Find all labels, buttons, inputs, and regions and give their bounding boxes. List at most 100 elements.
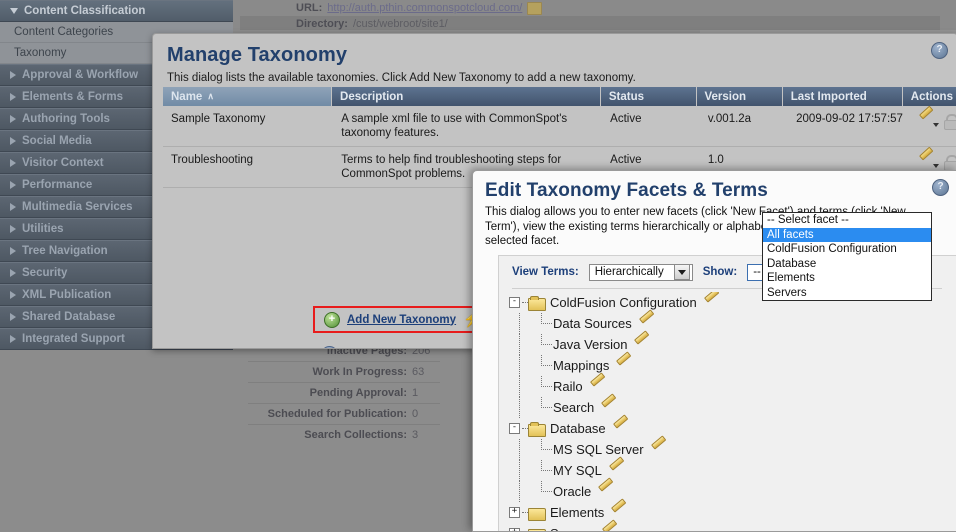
tree-elbow xyxy=(531,376,553,397)
sidebar-item-label: Taxonomy xyxy=(14,47,67,59)
edit-dialog-title: Edit Taxonomy Facets & Terms xyxy=(485,180,768,201)
tree-node[interactable]: MY SQL xyxy=(509,460,956,481)
column-header-name[interactable]: Name ∧ xyxy=(163,87,333,106)
chevron-right-icon xyxy=(10,115,16,123)
edit-pencil-icon[interactable] xyxy=(600,401,615,415)
folder-icon xyxy=(528,527,546,531)
sidebar-item-label: Shared Database xyxy=(22,311,116,323)
folder-icon xyxy=(528,506,546,521)
expand-toggle-icon[interactable]: + xyxy=(509,507,520,518)
edit-pencil-icon[interactable] xyxy=(638,317,653,331)
stat-label: Search Collections: xyxy=(304,429,407,441)
edit-pencil-icon[interactable] xyxy=(918,155,932,169)
tree-elbow xyxy=(531,439,553,460)
collapse-toggle-icon[interactable]: - xyxy=(509,297,520,308)
sidebar-item-label: Content Classification xyxy=(24,5,146,17)
facet-option-all-facets[interactable]: All facets xyxy=(763,227,931,242)
edit-pencil-icon[interactable] xyxy=(615,359,630,373)
tree-node[interactable]: Railo xyxy=(509,376,956,397)
tree-node[interactable]: Search xyxy=(509,397,956,418)
facet-option-coldfusion-configuration[interactable]: ColdFusion Configuration xyxy=(763,242,931,257)
cell-description: A sample xml file to use with CommonSpot… xyxy=(341,113,568,139)
tree-node[interactable]: + Elements xyxy=(509,502,956,523)
add-new-taxonomy-link[interactable]: Add New Taxonomy xyxy=(347,314,456,326)
edit-pencil-icon[interactable] xyxy=(918,114,932,128)
tree-node[interactable]: Data Sources xyxy=(509,313,956,334)
edit-pencil-icon[interactable] xyxy=(601,527,616,532)
tree-node-label: ColdFusion Configuration xyxy=(550,295,697,310)
stat-label: Pending Approval: xyxy=(309,387,407,399)
help-icon[interactable]: ? xyxy=(932,179,949,196)
tree-node-label: Data Sources xyxy=(553,316,632,331)
view-terms-select[interactable]: Hierarchically xyxy=(588,263,693,281)
chevron-down-icon[interactable] xyxy=(932,123,939,127)
tree-node[interactable]: Mappings xyxy=(509,355,956,376)
sidebar-item-label: Tree Navigation xyxy=(22,245,108,257)
tree-guide xyxy=(509,460,531,481)
folder-open-icon xyxy=(528,296,546,311)
tree-node[interactable]: MS SQL Server xyxy=(509,439,956,460)
column-header-actions[interactable]: Actions xyxy=(902,87,956,106)
chevron-right-icon xyxy=(10,71,16,79)
help-icon[interactable]: ? xyxy=(931,42,948,59)
facet-option-database[interactable]: Database xyxy=(763,257,931,272)
sort-ascending-icon: ∧ xyxy=(207,91,214,101)
background-url-row: URL: http://auth.pthin.commonspotcloud.c… xyxy=(240,0,940,16)
chevron-right-icon xyxy=(10,269,16,277)
taxonomy-term-tree: - ColdFusion Configuration Data Sources Jav… xyxy=(509,292,956,531)
facet-option-elements[interactable]: Elements xyxy=(763,271,931,286)
edit-taxonomy-facets-dialog: Edit Taxonomy Facets & Terms This dialog… xyxy=(472,170,956,532)
tree-node[interactable]: Java Version xyxy=(509,334,956,355)
table-header-row: Name ∧ Description Status Version Last Import… xyxy=(163,87,956,106)
tree-elbow xyxy=(531,481,553,502)
tree-elbow xyxy=(531,397,553,418)
edit-pencil-icon[interactable] xyxy=(589,380,604,394)
sidebar-item-label: Security xyxy=(22,267,68,279)
chevron-down-icon[interactable] xyxy=(932,164,939,168)
stat-row: Work In Progress: 63 xyxy=(248,361,440,382)
stat-label: Work In Progress: xyxy=(312,366,407,378)
sidebar-item-label: XML Publication xyxy=(22,289,112,301)
tree-node[interactable]: Oracle xyxy=(509,481,956,502)
chevron-right-icon xyxy=(10,335,16,343)
table-row[interactable]: Sample Taxonomy A sample xml file to use … xyxy=(163,106,956,147)
collapse-toggle-icon[interactable]: - xyxy=(509,423,520,434)
column-header-version[interactable]: Version xyxy=(696,87,783,106)
facet-option-servers[interactable]: Servers xyxy=(763,286,931,301)
url-label: URL: xyxy=(296,2,323,14)
edit-pencil-icon[interactable] xyxy=(608,464,623,478)
edit-pencil-icon[interactable] xyxy=(703,296,718,310)
stat-value: 1 xyxy=(412,387,419,399)
tree-node-label: Java Version xyxy=(553,337,628,352)
background-stats-table: Inactive Pages: 206 Work In Progress: 63 Pen… xyxy=(248,340,440,445)
edit-pencil-icon[interactable] xyxy=(610,506,625,520)
edit-pencil-icon[interactable] xyxy=(612,422,627,436)
stat-value: 3 xyxy=(412,429,419,441)
folder-icon[interactable] xyxy=(527,1,543,15)
tree-node-label: Railo xyxy=(553,379,583,394)
directory-value: /cust/webroot/site1/ xyxy=(352,18,448,30)
edit-pencil-icon[interactable] xyxy=(597,485,612,499)
edit-pencil-icon[interactable] xyxy=(633,338,648,352)
tree-node-label: MY SQL xyxy=(553,463,602,478)
chevron-down-icon xyxy=(673,264,690,280)
column-header-description[interactable]: Description xyxy=(332,87,601,106)
column-header-status[interactable]: Status xyxy=(600,87,697,106)
url-link[interactable]: http://auth.pthin.commonspotcloud.com/ xyxy=(327,2,522,14)
tree-node-label: Oracle xyxy=(553,484,592,499)
facet-option-select-facet[interactable]: -- Select facet -- xyxy=(763,213,931,228)
tree-node[interactable]: - Database xyxy=(509,418,956,439)
facet-dropdown-options[interactable]: -- Select facet -- All facets ColdFusion C… xyxy=(762,212,932,301)
stat-value: 0 xyxy=(412,408,419,420)
edit-pencil-icon[interactable] xyxy=(650,443,665,457)
stat-label: Scheduled for Publication: xyxy=(267,408,407,420)
tree-guide xyxy=(509,376,531,397)
cell-last-imported: 2009-09-02 17:57:57 xyxy=(796,113,903,125)
tree-elbow xyxy=(531,334,553,355)
column-header-label: Name xyxy=(171,90,203,103)
tree-node-label: Elements xyxy=(550,505,605,520)
column-header-last-imported[interactable]: Last Imported xyxy=(782,87,903,106)
sidebar-item-content-classification[interactable]: Content Classification xyxy=(0,0,233,22)
tree-guide xyxy=(509,355,531,376)
chevron-right-icon xyxy=(10,225,16,233)
